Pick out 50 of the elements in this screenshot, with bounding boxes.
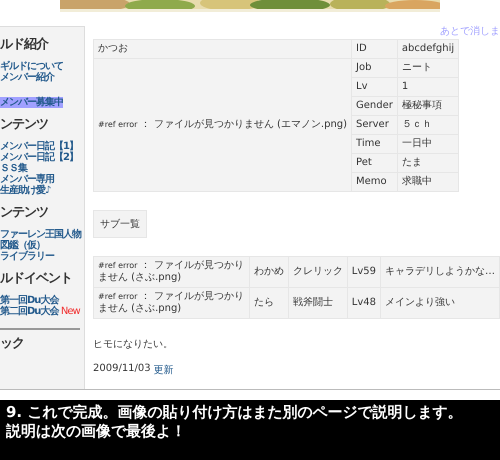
table-cell: キャラデリしようかな… xyxy=(380,256,500,288)
table-cell: 戦斧闘士 xyxy=(288,288,348,318)
error-message: #ref error ： ファイルが見つかりません (エマノン.png) xyxy=(94,58,352,192)
field-label: Time xyxy=(352,134,398,154)
update-link[interactable]: 更新 xyxy=(154,363,174,377)
field-label: ID xyxy=(352,40,398,58)
table-cell: わかめ xyxy=(249,256,288,288)
sidebar-heading: ンテンツ xyxy=(0,117,48,133)
error-message: #ref error ： ファイルが見つかりません (さぶ.png) xyxy=(94,256,250,288)
field-value: 極秘事項 xyxy=(397,96,459,116)
update-date: 2009/11/03 xyxy=(93,363,151,376)
sidebar-link[interactable]: ライブラリー xyxy=(0,251,54,262)
field-value: abcdefghij xyxy=(397,40,459,58)
sub-list-button[interactable]: サブ一覧 xyxy=(93,210,147,238)
field-label: Memo xyxy=(352,172,398,192)
sidebar-link[interactable]: ＳＳ集 xyxy=(0,163,27,174)
sidebar-link[interactable]: 第二回Du大会 New xyxy=(0,306,80,317)
field-value: 求職中 xyxy=(397,172,459,192)
field-value: ニート xyxy=(397,58,459,78)
caption-text: 9. これで完成。画像の貼り付け方はまた別のページで説明します。 xyxy=(6,403,464,422)
character-name: かつお xyxy=(94,40,352,58)
sidebar-link[interactable]: ファーレン王国人物図鑑（仮） xyxy=(0,229,84,251)
comment-text: ヒモになりたい。 xyxy=(93,338,174,351)
field-value: ５ｃｈ xyxy=(397,116,459,134)
sidebar-link[interactable]: メンバー日記【2】 xyxy=(0,152,78,163)
table-cell: メインより強い xyxy=(380,288,500,318)
table-cell: クレリック xyxy=(288,256,348,288)
sidebar-heading: ルドイベント xyxy=(0,271,72,287)
sidebar-link[interactable]: 生産助け愛♪ xyxy=(0,185,50,196)
sidebar-heading: ンテンツ xyxy=(0,205,48,221)
table-cell: Lv59 xyxy=(347,256,380,288)
field-label: Server xyxy=(352,116,398,134)
field-value: 1 xyxy=(397,78,459,96)
table-cell: たら xyxy=(249,288,288,318)
field-value: 一日中 xyxy=(397,134,459,154)
field-value: たま xyxy=(397,154,459,172)
sidebar-link[interactable]: 第一回Du大会 xyxy=(0,295,58,306)
field-label: Gender xyxy=(352,96,398,116)
field-label: Job xyxy=(352,58,398,78)
field-label: Pet xyxy=(352,154,398,172)
sidebar-link[interactable]: メンバー紹介 xyxy=(0,72,54,83)
sidebar-link[interactable]: メンバー専用 xyxy=(0,174,54,185)
table-cell: Lv48 xyxy=(347,288,380,318)
sidebar-heading: ック xyxy=(0,336,24,352)
field-label: Lv xyxy=(352,78,398,96)
caption-text: 説明は次の画像で最後よ！ xyxy=(6,422,187,441)
sidebar-heading: ルド紹介 xyxy=(0,37,48,53)
sidebar-link[interactable]: メンバー日記【1】 xyxy=(0,141,78,152)
error-message: #ref error ： ファイルが見つかりません (さぶ.png) xyxy=(94,288,250,318)
sidebar-link[interactable]: ギルドについて xyxy=(0,61,63,72)
